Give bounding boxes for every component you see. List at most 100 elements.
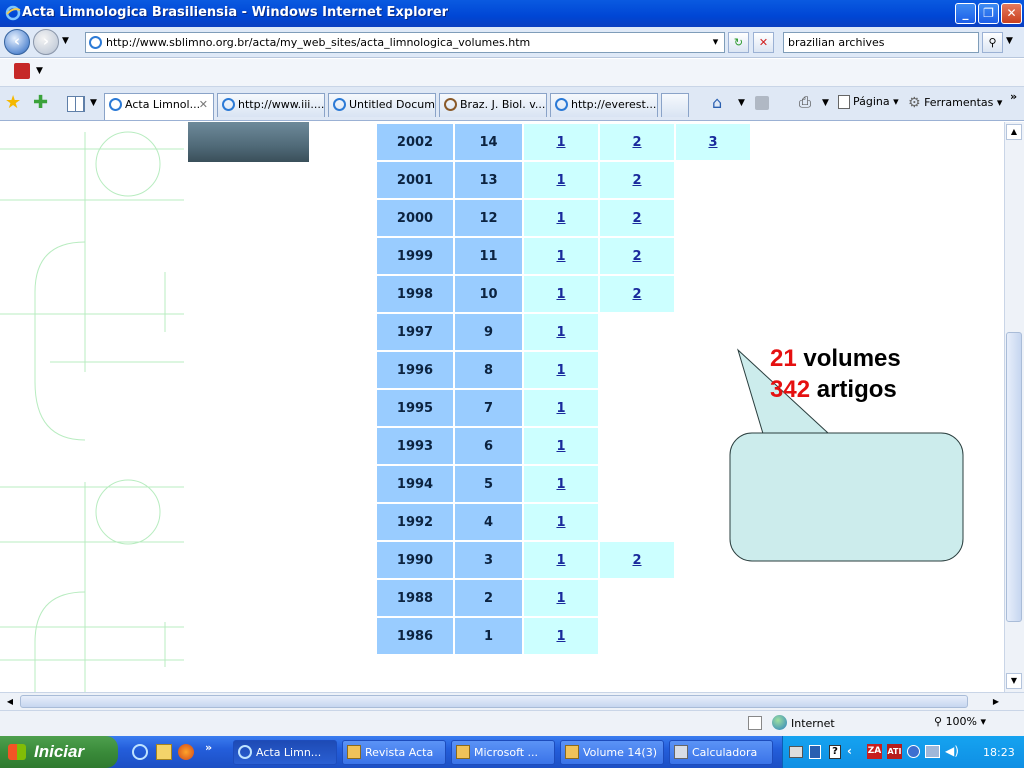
hscroll-thumb[interactable] [20, 695, 968, 708]
issue-link[interactable]: 1 [524, 580, 598, 616]
empty-cell [676, 276, 750, 312]
issue-link[interactable]: 1 [524, 466, 598, 502]
issue-link[interactable]: 1 [524, 314, 598, 350]
minimize-button[interactable]: _ [955, 3, 976, 24]
tab-acta[interactable]: Acta Limnol... ✕ [104, 93, 214, 120]
volume-cell: 9 [455, 314, 522, 350]
table-row: 2001 13 1 2 [377, 162, 750, 198]
forward-button[interactable]: › [33, 29, 59, 55]
print-icon[interactable]: ⎙ [799, 93, 811, 111]
popup-blocked-icon[interactable] [748, 716, 762, 730]
tray-expand-icon[interactable]: ‹ [847, 744, 852, 758]
task-calculadora[interactable]: Calculadora [669, 740, 773, 765]
scroll-thumb[interactable] [1006, 332, 1022, 622]
tab-list-dropdown-icon[interactable]: ▼ [90, 98, 97, 108]
page-menu[interactable]: Página ▾ [838, 95, 899, 109]
task-volume-14-3[interactable]: Volume 14(3) [560, 740, 664, 765]
empty-cell [600, 618, 674, 654]
quicklaunch-outlook-icon[interactable] [156, 744, 172, 760]
tab-everest[interactable]: http://everest... [550, 93, 658, 117]
toolbar-overflow-icon[interactable]: » [1010, 90, 1017, 103]
feeds-icon[interactable] [755, 96, 769, 110]
history-dropdown-icon[interactable]: ▼ [62, 36, 69, 46]
horizontal-scrollbar[interactable]: ◀ ▶ [0, 692, 1024, 710]
issue-link[interactable]: 1 [524, 618, 598, 654]
issue-link[interactable]: 2 [600, 124, 674, 160]
task-acta-limn[interactable]: Acta Limn... [233, 740, 337, 765]
volume-tray-icon[interactable]: ◀) [945, 744, 959, 758]
add-favorite-icon[interactable]: ✚ [33, 92, 48, 113]
volume-cell: 5 [455, 466, 522, 502]
tray-app-icon[interactable] [809, 745, 821, 759]
issue-link[interactable]: 1 [524, 276, 598, 312]
issue-link[interactable]: 2 [600, 276, 674, 312]
issue-link[interactable]: 1 [524, 200, 598, 236]
favorites-star-icon[interactable]: ★ [5, 92, 21, 113]
tab-braz-j-biol[interactable]: Braz. J. Biol. v... [439, 93, 547, 117]
pdf-converter-icon[interactable] [14, 63, 30, 79]
issue-link[interactable]: 1 [524, 352, 598, 388]
quicklaunch-overflow-icon[interactable]: » [205, 741, 212, 754]
quicklaunch-firefox-icon[interactable] [178, 744, 194, 760]
zoom-control[interactable]: ⚲ 100% ▾ [934, 715, 986, 728]
home-icon[interactable]: ⌂ [712, 93, 722, 112]
print-dropdown-icon[interactable]: ▼ [822, 98, 829, 108]
internet-zone-icon [772, 715, 787, 730]
restore-button[interactable]: ❐ [978, 3, 999, 24]
issue-link[interactable]: 1 [524, 124, 598, 160]
volume-cell: 7 [455, 390, 522, 426]
issue-link[interactable]: 1 [524, 504, 598, 540]
tools-menu[interactable]: ⚙ Ferramentas ▾ [908, 95, 1002, 111]
ie-page-icon [222, 98, 235, 111]
quick-tabs-icon[interactable] [67, 96, 85, 112]
ie-page-icon [109, 98, 122, 111]
start-button[interactable]: Iniciar [0, 736, 118, 768]
network-tray-icon[interactable] [907, 745, 920, 758]
scroll-right-button[interactable]: ▶ [988, 694, 1004, 709]
volume-cell: 12 [455, 200, 522, 236]
help-tray-icon[interactable]: ? [829, 745, 841, 759]
ati-icon[interactable]: ATI [887, 744, 902, 759]
zonealarm-icon[interactable]: ZA [867, 744, 882, 759]
stop-button[interactable]: ✕ [753, 32, 774, 53]
monitor-tray-icon[interactable] [925, 745, 940, 758]
issue-link[interactable]: 2 [600, 162, 674, 198]
issue-link[interactable]: 1 [524, 428, 598, 464]
volume-cell: 4 [455, 504, 522, 540]
year-cell: 1994 [377, 466, 453, 502]
app-task-icon [456, 745, 470, 759]
table-row: 1998 10 1 2 [377, 276, 750, 312]
back-button[interactable]: ‹ [4, 29, 30, 55]
search-options-icon[interactable]: ▼ [1006, 36, 1013, 46]
close-tab-icon[interactable]: ✕ [199, 94, 208, 116]
home-dropdown-icon[interactable]: ▼ [738, 98, 745, 108]
task-revista-acta[interactable]: Revista Acta [342, 740, 446, 765]
address-input[interactable]: http://www.sblimno.org.br/acta/my_web_si… [85, 32, 725, 53]
calculator-task-icon [674, 745, 688, 759]
scroll-up-button[interactable]: ▲ [1006, 124, 1022, 140]
issue-link[interactable]: 2 [600, 200, 674, 236]
volume-cell: 1 [455, 618, 522, 654]
close-window-button[interactable]: ✕ [1001, 3, 1022, 24]
tab-untitled[interactable]: Untitled Docum... [328, 93, 436, 117]
issue-link[interactable]: 3 [676, 124, 750, 160]
pdf-dropdown-icon[interactable]: ▼ [36, 66, 43, 76]
keyboard-tray-icon[interactable] [789, 746, 803, 758]
search-icon[interactable]: ⚲ [982, 32, 1003, 53]
tab-iii[interactable]: http://www.iii.... [217, 93, 325, 117]
issue-link[interactable]: 1 [524, 238, 598, 274]
issue-link[interactable]: 1 [524, 390, 598, 426]
scroll-down-button[interactable]: ▼ [1006, 673, 1022, 689]
search-input[interactable]: brazilian archives [783, 32, 979, 53]
issue-link[interactable]: 1 [524, 542, 598, 578]
address-dropdown-icon[interactable]: ▾ [705, 32, 726, 53]
issue-link[interactable]: 2 [600, 238, 674, 274]
scroll-left-button[interactable]: ◀ [2, 694, 18, 709]
new-tab-button[interactable] [661, 93, 689, 117]
refresh-button[interactable]: ↻ [728, 32, 749, 53]
ie-page-icon [333, 98, 346, 111]
issue-link[interactable]: 1 [524, 162, 598, 198]
task-microsoft[interactable]: Microsoft ... [451, 740, 555, 765]
vertical-scrollbar[interactable]: ▲ ▼ [1004, 122, 1024, 692]
quicklaunch-ie-icon[interactable] [132, 744, 148, 760]
